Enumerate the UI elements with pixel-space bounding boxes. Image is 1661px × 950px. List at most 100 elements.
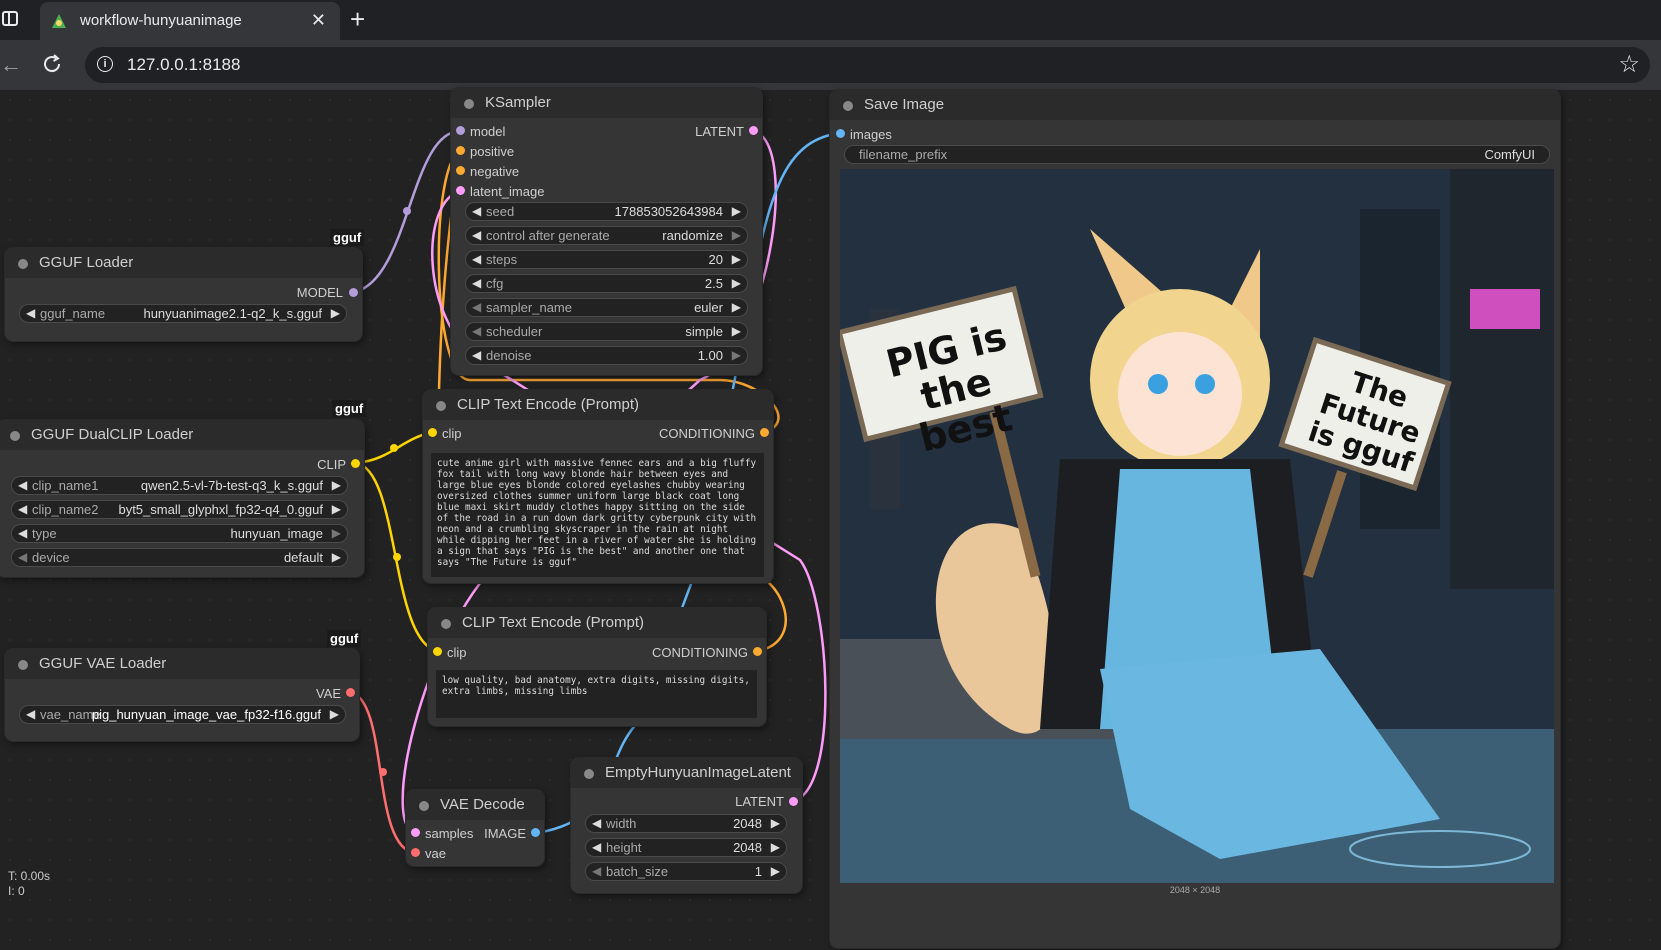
increment-icon[interactable]: ▶ bbox=[732, 300, 741, 314]
decrement-icon[interactable]: ◀ bbox=[472, 276, 481, 290]
collapse-dot[interactable] bbox=[441, 619, 451, 629]
input-slot-latent-image[interactable] bbox=[456, 186, 465, 195]
close-icon[interactable]: ✕ bbox=[311, 10, 326, 31]
node-title-bar[interactable]: VAE Decode bbox=[406, 790, 544, 820]
node-title-bar[interactable]: GGUF Loader bbox=[5, 248, 362, 278]
node-title-bar[interactable]: Save Image bbox=[830, 90, 1560, 120]
decrement-icon[interactable]: ◀ bbox=[18, 478, 27, 492]
increment-icon[interactable]: ▶ bbox=[732, 204, 741, 218]
widget-type[interactable]: ◀ type hunyuan_image ▶ bbox=[11, 524, 348, 543]
collapse-dot[interactable] bbox=[419, 801, 429, 811]
increment-icon[interactable]: ▶ bbox=[732, 348, 741, 362]
widget-filename-prefix[interactable]: filename_prefix ComfyUI bbox=[844, 145, 1550, 164]
widget-seed[interactable]: ◀ seed 178853052643984 ▶ bbox=[465, 202, 748, 221]
increment-icon[interactable]: ▶ bbox=[330, 707, 339, 721]
reload-icon[interactable] bbox=[41, 53, 63, 75]
increment-icon[interactable]: ▶ bbox=[732, 228, 741, 242]
widget-denoise[interactable]: ◀ denoise 1.00 ▶ bbox=[465, 346, 748, 365]
collapse-dot[interactable] bbox=[18, 660, 28, 670]
widget-gguf-name[interactable]: ◀ gguf_name hunyuanimage2.1-q2_k_s.gguf ▶ bbox=[19, 304, 347, 323]
input-slot-vae[interactable] bbox=[411, 848, 420, 857]
output-slot-vae[interactable] bbox=[346, 688, 355, 697]
prompt-textarea[interactable]: low quality, bad anatomy, extra digits, … bbox=[436, 670, 757, 718]
decrement-icon[interactable]: ◀ bbox=[26, 707, 35, 721]
decrement-icon[interactable]: ◀ bbox=[472, 348, 481, 362]
node-title-bar[interactable]: CLIP Text Encode (Prompt) bbox=[428, 608, 766, 638]
decrement-icon[interactable]: ◀ bbox=[18, 502, 27, 516]
output-slot-image[interactable] bbox=[531, 828, 540, 837]
input-slot-samples[interactable] bbox=[411, 828, 420, 837]
increment-icon[interactable]: ▶ bbox=[332, 502, 341, 516]
decrement-icon[interactable]: ◀ bbox=[472, 204, 481, 218]
node-title-bar[interactable]: GGUF DualCLIP Loader bbox=[0, 420, 364, 450]
widget-device[interactable]: ◀ device default ▶ bbox=[11, 548, 348, 567]
address-bar[interactable]: i 127.0.0.1:8188 ☆ bbox=[85, 47, 1650, 83]
node-title-bar[interactable]: EmptyHunyuanImageLatent bbox=[571, 758, 802, 788]
input-slot-model[interactable] bbox=[456, 126, 465, 135]
increment-icon[interactable]: ▶ bbox=[732, 276, 741, 290]
collapse-dot[interactable] bbox=[843, 101, 853, 111]
vae-decode-node[interactable]: VAE Decode samples vae IMAGE bbox=[406, 790, 544, 866]
decrement-icon[interactable]: ◀ bbox=[472, 252, 481, 266]
collapse-dot[interactable] bbox=[584, 769, 594, 779]
increment-icon[interactable]: ▶ bbox=[332, 478, 341, 492]
gguf-vae-loader-node[interactable]: GGUF VAE Loader VAE ◀ vae_name pig_hunyuan… bbox=[5, 649, 359, 741]
collapse-dot[interactable] bbox=[18, 259, 28, 269]
node-title-bar[interactable]: GGUF VAE Loader bbox=[5, 649, 359, 679]
widget-width[interactable]: ◀ width 2048 ▶ bbox=[585, 814, 787, 833]
output-slot-conditioning[interactable] bbox=[753, 647, 762, 656]
collapse-dot[interactable] bbox=[464, 99, 474, 109]
plus-icon[interactable]: + bbox=[350, 4, 365, 35]
sidebar-icon[interactable] bbox=[2, 11, 18, 26]
save-image-node[interactable]: Save Image images filename_prefix ComfyUI bbox=[830, 90, 1560, 948]
ksampler-node[interactable]: KSampler model positive negative latent_… bbox=[451, 88, 762, 375]
decrement-icon[interactable]: ◀ bbox=[18, 550, 27, 564]
widget-sampler-name[interactable]: ◀ sampler_name euler ▶ bbox=[465, 298, 748, 317]
widget-clip-name1[interactable]: ◀ clip_name1 qwen2.5-vl-7b-test-q3_k_s.ggu… bbox=[11, 476, 348, 495]
gguf-loader-node[interactable]: GGUF Loader MODEL ◀ gguf_name hunyuanimage… bbox=[5, 248, 362, 341]
output-slot-latent[interactable] bbox=[789, 797, 798, 806]
input-slot-images[interactable] bbox=[836, 129, 845, 138]
output-slot-conditioning[interactable] bbox=[760, 428, 769, 437]
input-slot-negative[interactable] bbox=[456, 166, 465, 175]
widget-cfg[interactable]: ◀ cfg 2.5 ▶ bbox=[465, 274, 748, 293]
browser-tab[interactable]: workflow-hunyuanimage ✕ bbox=[40, 2, 340, 40]
decrement-icon[interactable]: ◀ bbox=[472, 228, 481, 242]
widget-steps[interactable]: ◀ steps 20 ▶ bbox=[465, 250, 748, 269]
node-title-bar[interactable]: CLIP Text Encode (Prompt) bbox=[423, 390, 773, 420]
node-title-bar[interactable]: KSampler bbox=[451, 88, 762, 118]
empty-hunyuan-image-latent-node[interactable]: EmptyHunyuanImageLatent LATENT ◀ width 204… bbox=[571, 758, 802, 893]
info-icon[interactable]: i bbox=[97, 56, 113, 72]
collapse-dot[interactable] bbox=[10, 431, 20, 441]
output-image-preview[interactable]: PIG is the best The Future is gguf bbox=[840, 169, 1554, 883]
widget-clip-name2[interactable]: ◀ clip_name2 byt5_small_glyphxl_fp32-q4_0.… bbox=[11, 500, 348, 519]
increment-icon[interactable]: ▶ bbox=[331, 306, 340, 320]
increment-icon[interactable]: ▶ bbox=[771, 864, 780, 878]
back-arrow-icon[interactable]: ← bbox=[0, 52, 22, 78]
increment-icon[interactable]: ▶ bbox=[732, 252, 741, 266]
output-slot-latent[interactable] bbox=[749, 126, 758, 135]
widget-height[interactable]: ◀ height 2048 ▶ bbox=[585, 838, 787, 857]
widget-control-after-generate[interactable]: ◀ control after generate randomize ▶ bbox=[465, 226, 748, 245]
decrement-icon[interactable]: ◀ bbox=[26, 306, 35, 320]
output-slot-model[interactable] bbox=[349, 288, 358, 297]
input-slot-clip[interactable] bbox=[433, 647, 442, 656]
clip-text-encode-negative-node[interactable]: CLIP Text Encode (Prompt) clip CONDITION… bbox=[428, 608, 766, 726]
widget-vae-name[interactable]: ◀ vae_name pig_hunyuan_image_vae_fp32-f16.… bbox=[19, 705, 346, 724]
prompt-textarea[interactable]: cute anime girl with massive fennec ears… bbox=[431, 453, 764, 577]
increment-icon[interactable]: ▶ bbox=[771, 816, 780, 830]
url-text[interactable]: 127.0.0.1:8188 bbox=[127, 55, 240, 75]
input-slot-positive[interactable] bbox=[456, 146, 465, 155]
widget-scheduler[interactable]: ◀ scheduler simple ▶ bbox=[465, 322, 748, 341]
star-icon[interactable]: ☆ bbox=[1618, 50, 1640, 79]
increment-icon[interactable]: ▶ bbox=[732, 324, 741, 338]
decrement-icon[interactable]: ◀ bbox=[592, 864, 601, 878]
output-slot-clip[interactable] bbox=[351, 459, 360, 468]
increment-icon[interactable]: ▶ bbox=[771, 840, 780, 854]
gguf-dualclip-loader-node[interactable]: GGUF DualCLIP Loader CLIP ◀ clip_name1 qwe… bbox=[0, 420, 364, 577]
increment-icon[interactable]: ▶ bbox=[332, 526, 341, 540]
decrement-icon[interactable]: ◀ bbox=[592, 840, 601, 854]
widget-batch-size[interactable]: ◀ batch_size 1 ▶ bbox=[585, 862, 787, 881]
collapse-dot[interactable] bbox=[436, 401, 446, 411]
decrement-icon[interactable]: ◀ bbox=[18, 526, 27, 540]
